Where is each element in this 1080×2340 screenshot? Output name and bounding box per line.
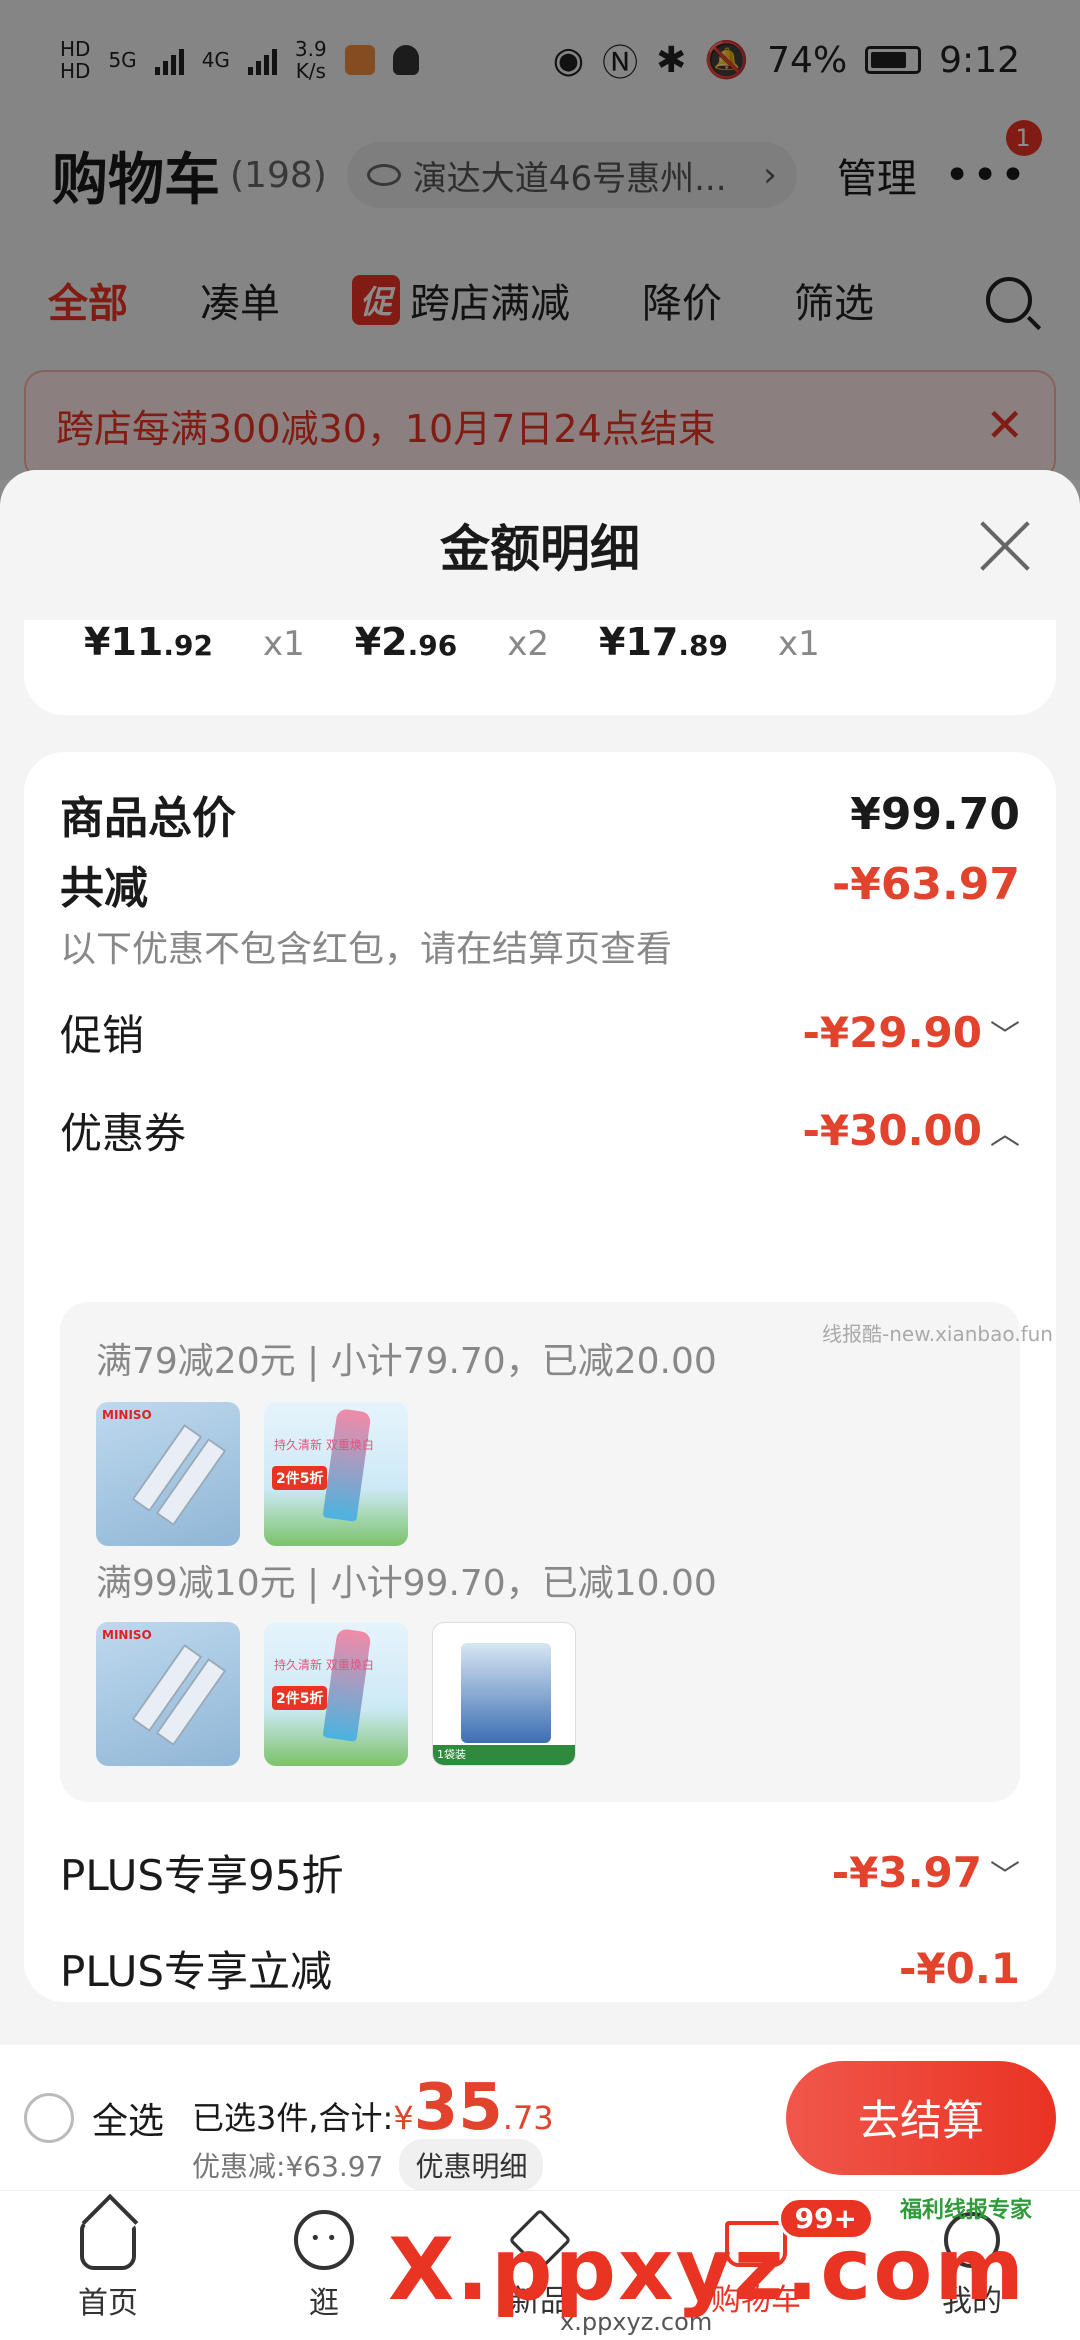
watermark-tag: 福利线报专家 (900, 2198, 1033, 2223)
discount-detail-button[interactable]: 优惠明细 (399, 2138, 544, 2191)
price-breakdown-card: 商品总价 ¥99.70 共减 -¥63.97 以下优惠不包含红包，请在结算页查看… (24, 752, 1056, 2002)
coupon-details: 满79减20元 | 小计79.70，已减20.00 MINISO 持久清新 双重… (60, 1302, 1020, 1647)
item-qty: x2 (507, 624, 549, 664)
total-summary: 已选3件,合计: ¥ 35 .73 优惠减:¥63.97 优惠明细 (192, 2053, 554, 2191)
chevron-down-icon: ﹀ (990, 1018, 1020, 1054)
reduce-value: -¥63.97 (831, 858, 1020, 910)
chevron-up-icon: ︿ (990, 1116, 1020, 1152)
item-prices-card: ¥11.92 x1 ¥2.96 x2 ¥17.89 x1 (24, 620, 1056, 715)
promo-label: 促销 (60, 1011, 145, 1060)
coupon-label: 优惠券 (60, 1109, 187, 1158)
product-thumb-toothbrush[interactable]: MINISO (96, 1402, 240, 1546)
item-price: ¥2.96 x2 (354, 620, 549, 664)
plus-cut-label: PLUS专享立减 (60, 1947, 333, 1996)
item-price: ¥11.92 x1 (84, 620, 305, 664)
select-all-radio[interactable] (24, 2092, 74, 2143)
total-value: ¥99.70 (850, 788, 1020, 840)
coupon-value: -¥30.00 (802, 1106, 982, 1155)
total-row: 商品总价 ¥99.70 (60, 782, 1020, 846)
amount-detail-sheet: 金额明细 ¥11.92 x1 ¥2.96 x2 ¥17.89 x1 商品总价 ¥… (0, 470, 1080, 2045)
plus-cut-value: -¥0.1 (898, 1944, 1020, 1993)
reduce-label: 共减 (60, 863, 148, 914)
plus-discount-value: -¥3.97 (831, 1848, 982, 1897)
item-qty: x1 (262, 624, 305, 664)
coupon-details-continued: MINISO 持久清新 双重焕白 2件5折 1袋装 (60, 1622, 1020, 1802)
side-watermark: 线报酷-new.xianbao.fun (822, 1322, 1053, 1346)
product-thumb-pest-bag[interactable]: 1袋装 (432, 1622, 576, 1766)
product-thumb-toothbrush[interactable]: MINISO (96, 1622, 240, 1766)
total-label: 商品总价 (60, 793, 236, 844)
browse-face-icon (294, 2209, 354, 2270)
plus-discount-row[interactable]: PLUS专享95折 -¥3.97 ﹀ (60, 1842, 1020, 1903)
watermark-logo: X.ppxyz.com (388, 2220, 1027, 2320)
item-qty: x1 (777, 624, 820, 664)
checkout-button[interactable]: 去结算 (786, 2060, 1056, 2175)
checkout-bar: 全选 已选3件,合计: ¥ 35 .73 优惠减:¥63.97 优惠明细 去结算 (0, 2045, 1080, 2191)
coupon-group-title: 满99减10元 | 小计99.70，已减10.00 (96, 1563, 717, 1604)
total-amount: 35 (413, 2070, 503, 2145)
plus-discount-label: PLUS专享95折 (60, 1851, 344, 1900)
overlay-dim[interactable] (0, 0, 1080, 480)
chevron-down-icon: ﹀ (990, 1858, 1020, 1894)
close-icon[interactable] (978, 520, 1030, 572)
promo-value: -¥29.90 (802, 1008, 982, 1057)
select-all-label[interactable]: 全选 (92, 2092, 164, 2144)
product-thumb-cleanser[interactable]: 持久清新 双重焕白 2件5折 (264, 1622, 408, 1766)
coupon-group-title: 满79减20元 | 小计79.70，已减20.00 (96, 1341, 717, 1382)
home-icon (80, 2219, 136, 2270)
nav-home[interactable]: 首页 (0, 2191, 216, 2340)
discount-summary: 优惠减:¥63.97 (192, 2149, 384, 2183)
product-thumb-cleanser[interactable]: 持久清新 双重焕白 2件5折 (264, 1402, 408, 1546)
reduce-note: 以下优惠不包含红包，请在结算页查看 (60, 929, 673, 970)
promo-row[interactable]: 促销 -¥29.90 ﹀ (60, 1002, 1020, 1063)
plus-cut-row: PLUS专享立减 -¥0.1 (60, 1938, 1020, 1999)
coupon-row[interactable]: 优惠券 -¥30.00 ︿ (60, 1100, 1020, 1161)
watermark-url: x.ppxyz.com (560, 2308, 713, 2336)
item-price: ¥17.89 x1 (599, 620, 820, 664)
reduce-row: 共减 -¥63.97 (60, 852, 1020, 916)
selected-label: 已选3件,合计: (192, 2098, 394, 2137)
sheet-title: 金额明细 (440, 520, 640, 578)
